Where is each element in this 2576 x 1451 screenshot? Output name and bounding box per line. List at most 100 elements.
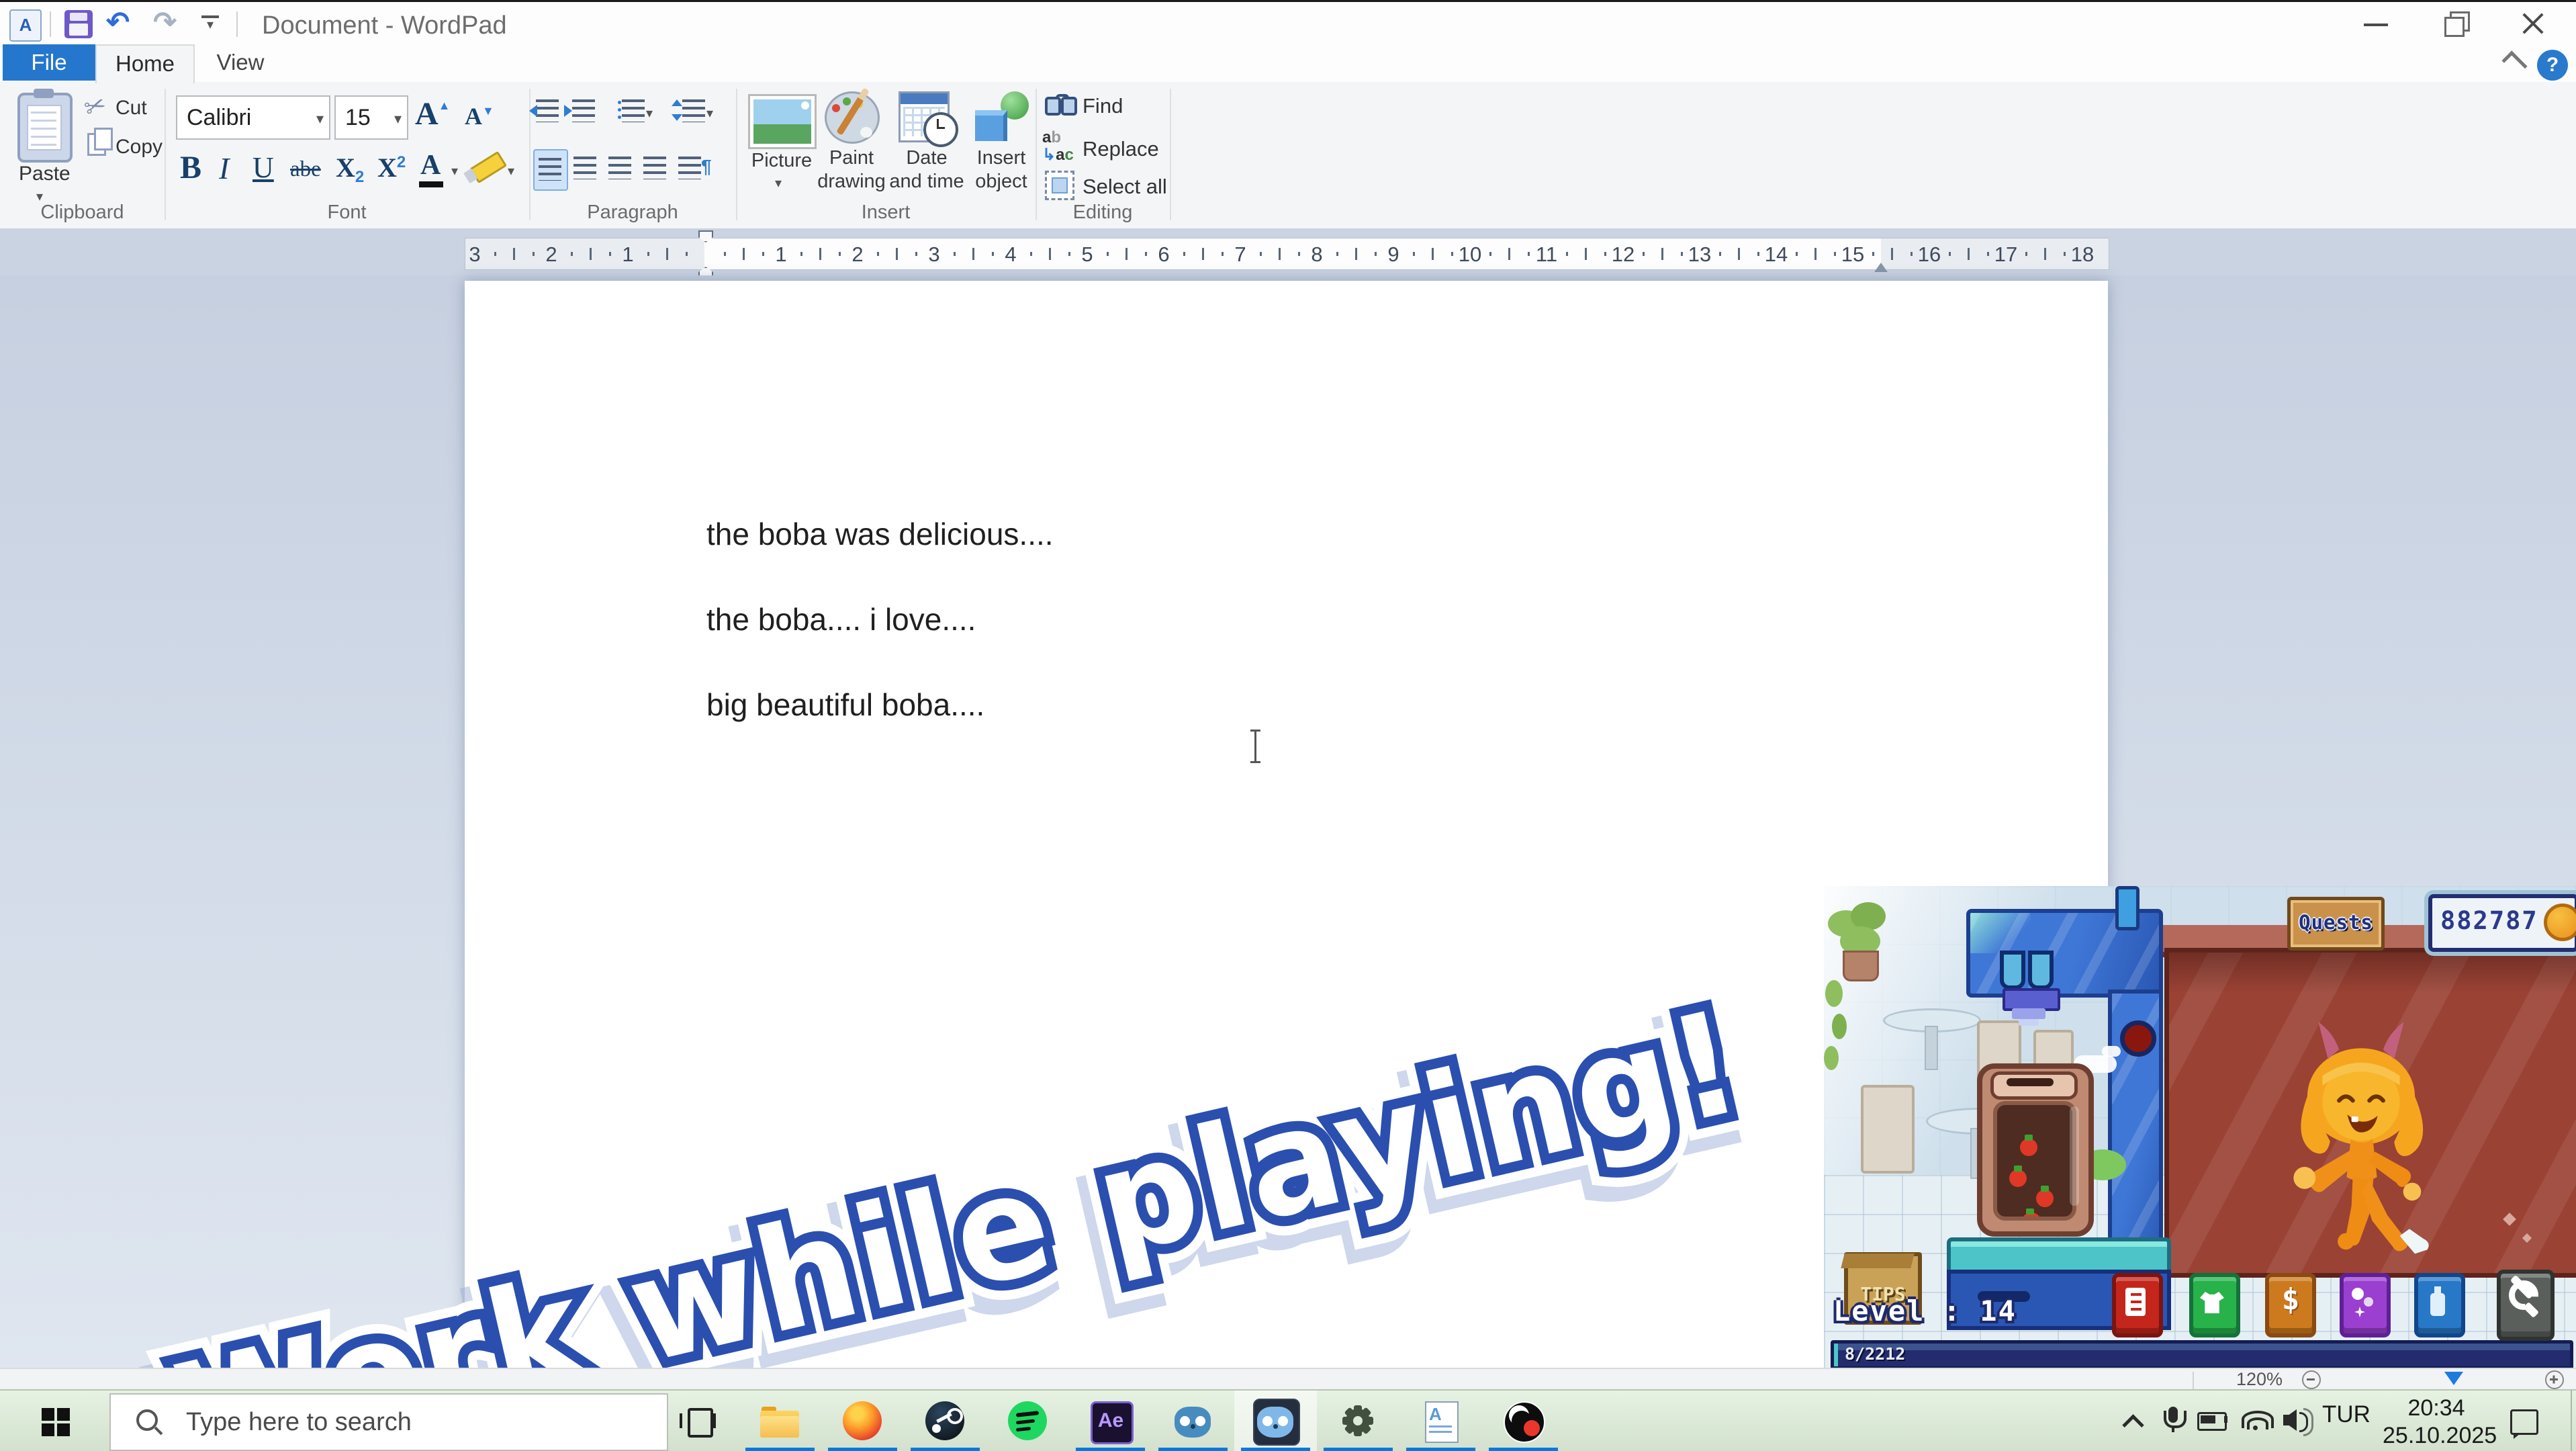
paint-drawing-label[interactable]: Paint drawing [811,146,892,193]
paragraph-dialog-button[interactable]: ¶ [674,149,715,188]
font-size-select[interactable]: 15▾ [334,95,408,140]
superscript-button[interactable]: X2 [377,152,406,183]
taskbar-app-godot[interactable] [1152,1391,1234,1451]
underline-button[interactable]: U [252,150,274,185]
ruler-tick [1911,252,1913,256]
taskbar-app-wordpad[interactable]: A [1399,1391,1482,1451]
search-input[interactable] [185,1401,644,1443]
game-settings-button[interactable] [2497,1270,2555,1341]
find-label[interactable]: Find [1083,94,1123,118]
quests-button[interactable]: Quests [2287,897,2385,951]
task-view-button[interactable] [672,1391,723,1451]
tab-file[interactable]: File [3,44,95,81]
font-color-button[interactable]: A [420,149,441,181]
grow-font-button[interactable]: A▲ [415,95,451,132]
tab-home[interactable]: Home [95,44,195,83]
redo-icon[interactable]: ↷ [153,7,177,37]
ruler[interactable]: 321123456789101112131415161718 [465,238,2109,270]
line-spacing-button[interactable] [673,99,705,122]
minimize-button[interactable] [2337,2,2415,46]
game-ingredients-button[interactable] [2414,1273,2465,1337]
picture-dropdown-icon[interactable]: ▾ [775,175,782,191]
paste-label[interactable]: Paste [19,163,67,185]
copy-icon[interactable] [87,133,106,156]
start-button[interactable] [0,1391,107,1451]
align-center-button[interactable] [569,149,602,188]
taskbar-app-after-effects[interactable]: Ae [1069,1391,1152,1451]
game-decor-button[interactable] [2340,1273,2391,1337]
game-shop-button[interactable]: $ [2265,1273,2316,1337]
align-left-button[interactable] [533,149,568,191]
restore-button[interactable] [2415,2,2493,46]
replace-icon[interactable]: ab↳ac [1042,129,1077,167]
bullets-button[interactable] [616,99,645,122]
taskbar-app-boba-game[interactable] [1234,1391,1317,1451]
date-and-time-icon[interactable] [899,91,950,142]
select-all-label[interactable]: Select all [1083,175,1167,199]
cut-label[interactable]: Cut [116,97,147,120]
microphone-icon[interactable] [2152,1391,2193,1451]
right-indent-marker[interactable] [1874,263,1888,272]
highlight-dropdown-icon[interactable]: ▾ [508,163,514,179]
replace-label[interactable]: Replace [1083,137,1159,161]
help-icon[interactable]: ? [2537,50,2568,81]
decrease-indent-button[interactable] [536,99,559,122]
taskbar-app-spotify[interactable] [986,1391,1069,1451]
ingredient-jar[interactable] [1977,1063,2094,1237]
close-button[interactable] [2493,2,2571,46]
strikethrough-button[interactable]: abe [290,157,321,182]
taskbar-app-file-explorer[interactable] [739,1391,821,1451]
font-family-select[interactable]: Calibri▾ [176,95,330,140]
machine-lever[interactable] [2115,886,2140,930]
undo-icon[interactable]: ↶ [106,7,130,37]
show-desktop-button[interactable] [2571,1391,2576,1451]
bold-button[interactable]: B [180,149,201,186]
taskbar-app-firefox[interactable] [821,1391,904,1451]
shrink-font-button[interactable]: A▼ [465,102,494,130]
font-color-dropdown-icon[interactable]: ▾ [451,163,458,179]
action-center-icon[interactable] [2503,1391,2544,1451]
tray-expand-icon[interactable] [2112,1391,2152,1451]
taskbar-app-steam[interactable] [904,1391,986,1451]
insert-object-label[interactable]: Insert object [964,146,1038,193]
taskbar-app-settings[interactable] [1317,1391,1399,1451]
picture-icon[interactable] [748,94,817,149]
taskbar-app-obs[interactable] [1482,1391,1565,1451]
coin-counter[interactable]: 882787 [2428,894,2576,952]
select-all-icon[interactable] [1045,171,1074,200]
language-indicator[interactable]: TUR [2322,1401,2371,1428]
taskbar-search[interactable] [109,1393,668,1451]
collapse-ribbon-icon[interactable] [2501,50,2527,76]
tab-view[interactable]: View [192,44,289,81]
paint-drawing-icon[interactable] [825,91,880,144]
highlight-button[interactable] [469,151,507,184]
wifi-icon[interactable] [2235,1391,2275,1451]
italic-button[interactable]: I [219,150,229,186]
wordpad-app-icon[interactable]: A [9,9,42,42]
customize-quick-access-icon[interactable]: ▾ [201,15,219,33]
line-spacing-dropdown-icon[interactable]: ▾ [706,105,713,122]
copy-label[interactable]: Copy [116,136,163,159]
volume-icon[interactable] [2275,1391,2315,1451]
machine-red-button[interactable] [2120,1020,2156,1057]
save-icon[interactable] [64,10,93,38]
subscript-button[interactable]: X2 [336,152,364,183]
align-right-button[interactable] [604,149,637,188]
game-wardrobe-button[interactable] [2189,1273,2240,1337]
game-orders-button[interactable] [2112,1273,2163,1337]
insert-object-icon[interactable] [974,91,1030,142]
boba-game-overlay[interactable]: TIPS Quests 882787 Level : 14 8/2212 $ [1824,886,2576,1368]
battery-icon[interactable] [2191,1391,2231,1451]
date-and-time-label[interactable]: Date and time [888,146,966,193]
justify-button[interactable] [639,149,672,188]
find-icon[interactable] [1045,93,1076,116]
zoom-slider-thumb[interactable] [2444,1372,2463,1385]
picture-label[interactable]: Picture [741,149,822,173]
increase-indent-button[interactable] [572,99,595,122]
bullets-dropdown-icon[interactable]: ▾ [646,105,653,122]
cut-icon[interactable]: ✂ [80,89,110,124]
clock[interactable]: 20:34 25.10.2025 [2383,1395,2490,1450]
zoom-out-icon[interactable] [2302,1370,2321,1389]
zoom-in-icon[interactable] [2545,1370,2564,1389]
paste-button[interactable] [17,93,73,163]
